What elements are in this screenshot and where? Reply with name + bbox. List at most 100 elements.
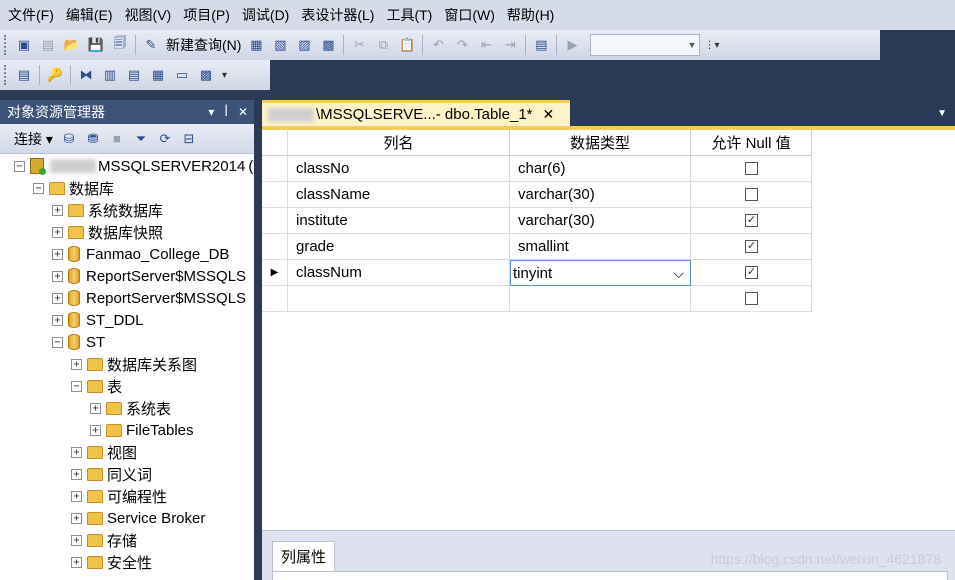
expand-icon[interactable]: + [71,556,82,568]
refresh-icon[interactable]: ⟳ [154,128,176,150]
expand-icon[interactable]: + [52,270,63,282]
navigate-back-icon[interactable]: ⇤ [475,34,497,56]
expand-icon[interactable]: + [52,248,63,260]
stop-icon[interactable]: ■ [106,128,128,150]
column-name-cell[interactable]: grade [288,234,510,260]
panel-menu-icon[interactable]: ▾ [208,105,214,119]
collapse-all-icon[interactable]: ⊟ [178,128,200,150]
expand-icon[interactable]: + [71,468,82,480]
navigate-forward-icon[interactable]: ⇥ [499,34,521,56]
toolbar-grip[interactable] [4,65,8,85]
tree-node[interactable]: + 数据库快照 [52,221,163,243]
pin-icon[interactable]: ꟾ [224,105,228,119]
expand-icon[interactable]: + [90,402,101,414]
tree-node[interactable]: + ReportServer$MSSQLS [52,265,246,287]
save-icon[interactable]: 💾 [85,34,107,56]
menu-item-0[interactable]: 文件(F) [2,0,60,30]
data-type-combobox[interactable]: tinyint ⌵ [510,260,691,286]
data-type-cell[interactable]: varchar(30) [510,208,691,234]
tree-node[interactable]: − ST [52,331,105,353]
manage-xml-indexes-icon[interactable]: ▦ [147,64,169,86]
expand-icon[interactable]: + [52,226,63,238]
collapse-icon[interactable]: − [71,380,82,392]
manage-indexes-icon[interactable]: ▥ [99,64,121,86]
set-primary-key-icon[interactable]: 🔑 [44,64,66,86]
allow-nulls-checkbox[interactable] [745,162,758,175]
collapse-icon[interactable]: − [14,160,25,172]
collapse-icon[interactable]: − [33,182,44,194]
new-query-button[interactable]: 新建查询(N) [163,35,244,55]
menu-item-3[interactable]: 项目(P) [177,0,236,30]
menu-item-6[interactable]: 工具(T) [380,0,438,30]
row-selector[interactable] [262,182,288,208]
allow-nulls-checkbox[interactable]: ✓ [745,214,758,227]
data-type-cell[interactable]: char(6) [510,156,691,182]
expand-icon[interactable]: + [71,490,82,502]
tree-node[interactable]: + 安全性 [71,551,152,573]
filter-icon[interactable]: ⏷ [130,128,152,150]
save-all-icon[interactable]: 🗐 [109,34,131,56]
cut-icon[interactable]: ✂ [348,34,370,56]
toolbar-overflow-icon[interactable]: ⋮▾ [704,40,719,51]
toolbar-grip[interactable] [4,35,8,55]
activity-monitor-icon[interactable]: ▤ [530,34,552,56]
mdx-query-icon[interactable]: ▧ [269,34,291,56]
open-file-icon[interactable]: 📂 [61,34,83,56]
data-type-cell[interactable]: smallint [510,234,691,260]
column-name-cell[interactable]: institute [288,208,510,234]
menu-item-4[interactable]: 调试(D) [236,0,295,30]
tree-node[interactable]: + Fanmao_College_DB [52,243,229,265]
paste-icon[interactable]: 📋 [396,34,418,56]
expand-icon[interactable]: + [71,446,82,458]
expand-icon[interactable]: + [90,424,101,436]
column-name-cell[interactable]: classNum [288,260,510,286]
query-icon[interactable]: ▦ [245,34,267,56]
start-debug-icon[interactable]: ▶ [561,34,583,56]
menu-item-1[interactable]: 编辑(E) [60,0,119,30]
allow-nulls-checkbox[interactable] [745,292,758,305]
expand-icon[interactable]: + [52,204,63,216]
allow-nulls-checkbox[interactable]: ✓ [745,266,758,279]
redo-icon[interactable]: ↷ [451,34,473,56]
expand-icon[interactable]: + [52,292,63,304]
row-selector[interactable] [262,234,288,260]
tree-node[interactable]: + FileTables [90,419,194,441]
dmx-query-icon[interactable]: ▨ [293,34,315,56]
generate-change-script-icon[interactable]: ▤ [13,64,35,86]
data-type-cell[interactable]: varchar(30) [510,182,691,208]
tree-node[interactable]: + 数据库关系图 [71,353,197,375]
relationships-icon[interactable]: ⧓ [75,64,97,86]
toolbar-overflow-icon[interactable]: ▾ [222,70,227,81]
solution-config-dropdown[interactable]: ▼ [590,34,701,56]
row-selector[interactable] [262,286,288,312]
active-files-dropdown-icon[interactable]: ▼ [937,108,947,119]
chevron-down-icon[interactable]: ⌵ [673,265,684,282]
add-item-icon[interactable]: ▤ [37,34,59,56]
manage-spatial-indexes-icon[interactable]: ▩ [195,64,217,86]
tree-node[interactable]: + 视图 [71,441,137,463]
allow-nulls-checkbox[interactable] [745,188,758,201]
close-tab-icon[interactable]: ✕ [543,106,555,123]
manage-fulltext-icon[interactable]: ▤ [123,64,145,86]
tree-node[interactable]: + 同义词 [71,463,152,485]
data-type-cell[interactable] [510,286,691,312]
tree-node[interactable]: + Service Broker [71,507,205,529]
manage-check-constraints-icon[interactable]: ▭ [171,64,193,86]
expand-icon[interactable]: + [71,512,82,524]
tree-node[interactable]: + 系统表 [90,397,171,419]
tree-node[interactable]: + 可编程性 [71,485,167,507]
menu-item-7[interactable]: 窗口(W) [438,0,501,30]
disconnect-icon[interactable]: ⛃ [82,128,104,150]
column-name-cell[interactable] [288,286,510,312]
undo-icon[interactable]: ↶ [427,34,449,56]
menu-item-2[interactable]: 视图(V) [119,0,178,30]
tree-node[interactable]: + 系统数据库 [52,199,163,221]
expand-icon[interactable]: + [71,358,82,370]
tree-node[interactable]: − 数据库 [33,177,114,199]
tab-column-properties[interactable]: 列属性 [272,541,336,571]
tree-node[interactable]: − MSSQLSERVER2014( [14,155,253,177]
tree-node[interactable]: − 表 [71,375,122,397]
close-icon[interactable]: ✕ [238,105,248,119]
new-query-icon[interactable]: ✎ [140,34,162,56]
tab-table-designer[interactable]: \MSSQLSERVE...- dbo.Table_1* ✕ [262,100,570,126]
